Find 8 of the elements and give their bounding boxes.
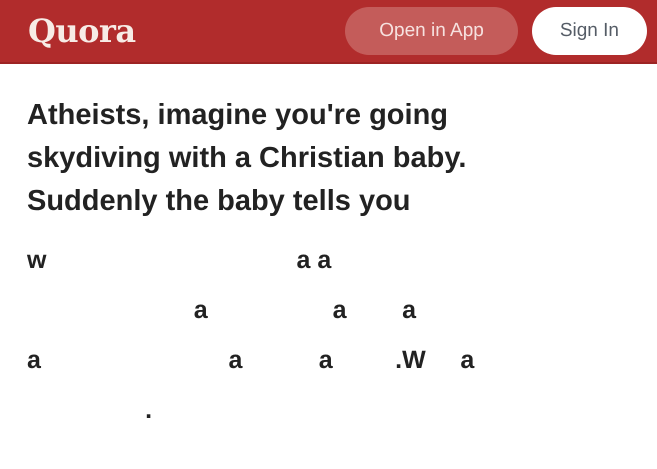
answer-text: a a a .W a: [27, 345, 474, 376]
question-title: Atheists, imagine you're going skydiving with a Christian baby. Suddenly the baby tells you: [27, 98, 468, 219]
logo[interactable]: Quora: [28, 12, 136, 50]
answer-text: w a a: [27, 245, 332, 276]
answer-text: a a a: [192, 295, 416, 326]
answer-text: .: [144, 395, 152, 426]
open-in-app-button[interactable]: Open in App: [345, 7, 518, 55]
sign-in-button[interactable]: Sign In: [532, 7, 647, 55]
